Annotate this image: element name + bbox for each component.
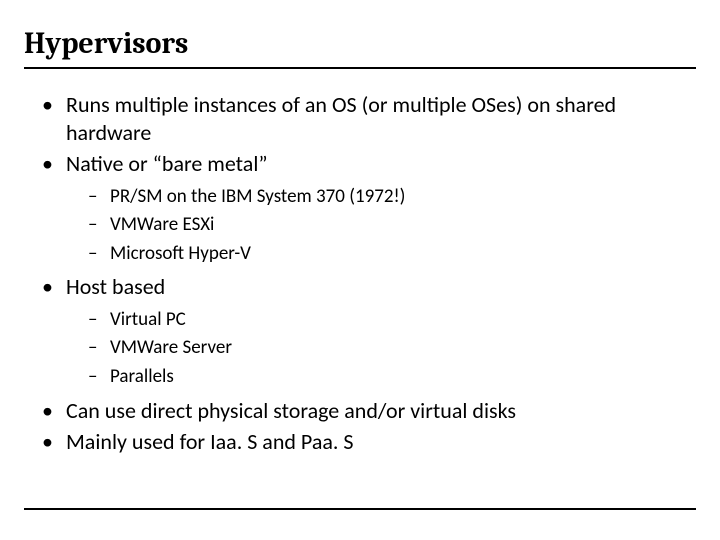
sub-bullet-item: PR/SM on the IBM System 370 (1972!) bbox=[88, 184, 696, 211]
sub-bullet-item: VMWare ESXi bbox=[88, 212, 696, 239]
bullet-text: Host based bbox=[66, 273, 165, 300]
bottom-rule bbox=[24, 508, 696, 510]
bullet-text: Mainly used for Iaa. S and Paa. S bbox=[66, 428, 354, 455]
sub-bullet-text: Microsoft Hyper-V bbox=[110, 242, 251, 265]
bullet-item: Host based Virtual PC VMWare Server Para… bbox=[36, 273, 696, 390]
sub-bullet-item: Parallels bbox=[88, 364, 696, 391]
sub-bullet-text: PR/SM on the IBM System 370 (1972!) bbox=[110, 185, 405, 208]
bullet-item: Can use direct physical storage and/or v… bbox=[36, 397, 696, 425]
bullet-text: Can use direct physical storage and/or v… bbox=[66, 397, 516, 424]
bullet-item: Native or “bare metal” PR/SM on the IBM … bbox=[36, 150, 696, 267]
sub-bullet-list: PR/SM on the IBM System 370 (1972!) VMWa… bbox=[66, 184, 696, 268]
slide-title: Hypervisors bbox=[24, 18, 696, 69]
sub-bullet-text: Parallels bbox=[110, 365, 174, 388]
slide: Hypervisors Runs multiple instances of a… bbox=[0, 0, 720, 540]
sub-bullet-item: Microsoft Hyper-V bbox=[88, 241, 696, 268]
bullet-text: Native or “bare metal” bbox=[66, 150, 268, 177]
sub-bullet-item: VMWare Server bbox=[88, 335, 696, 362]
bullet-list: Runs multiple instances of an OS (or mul… bbox=[24, 91, 696, 456]
sub-bullet-text: VMWare ESXi bbox=[110, 213, 214, 236]
bullet-item: Runs multiple instances of an OS (or mul… bbox=[36, 91, 696, 146]
sub-bullet-text: Virtual PC bbox=[110, 308, 186, 331]
sub-bullet-list: Virtual PC VMWare Server Parallels bbox=[66, 307, 696, 391]
sub-bullet-text: VMWare Server bbox=[110, 336, 232, 359]
bullet-text: Runs multiple instances of an OS (or mul… bbox=[66, 91, 616, 146]
bullet-item: Mainly used for Iaa. S and Paa. S bbox=[36, 428, 696, 456]
sub-bullet-item: Virtual PC bbox=[88, 307, 696, 334]
